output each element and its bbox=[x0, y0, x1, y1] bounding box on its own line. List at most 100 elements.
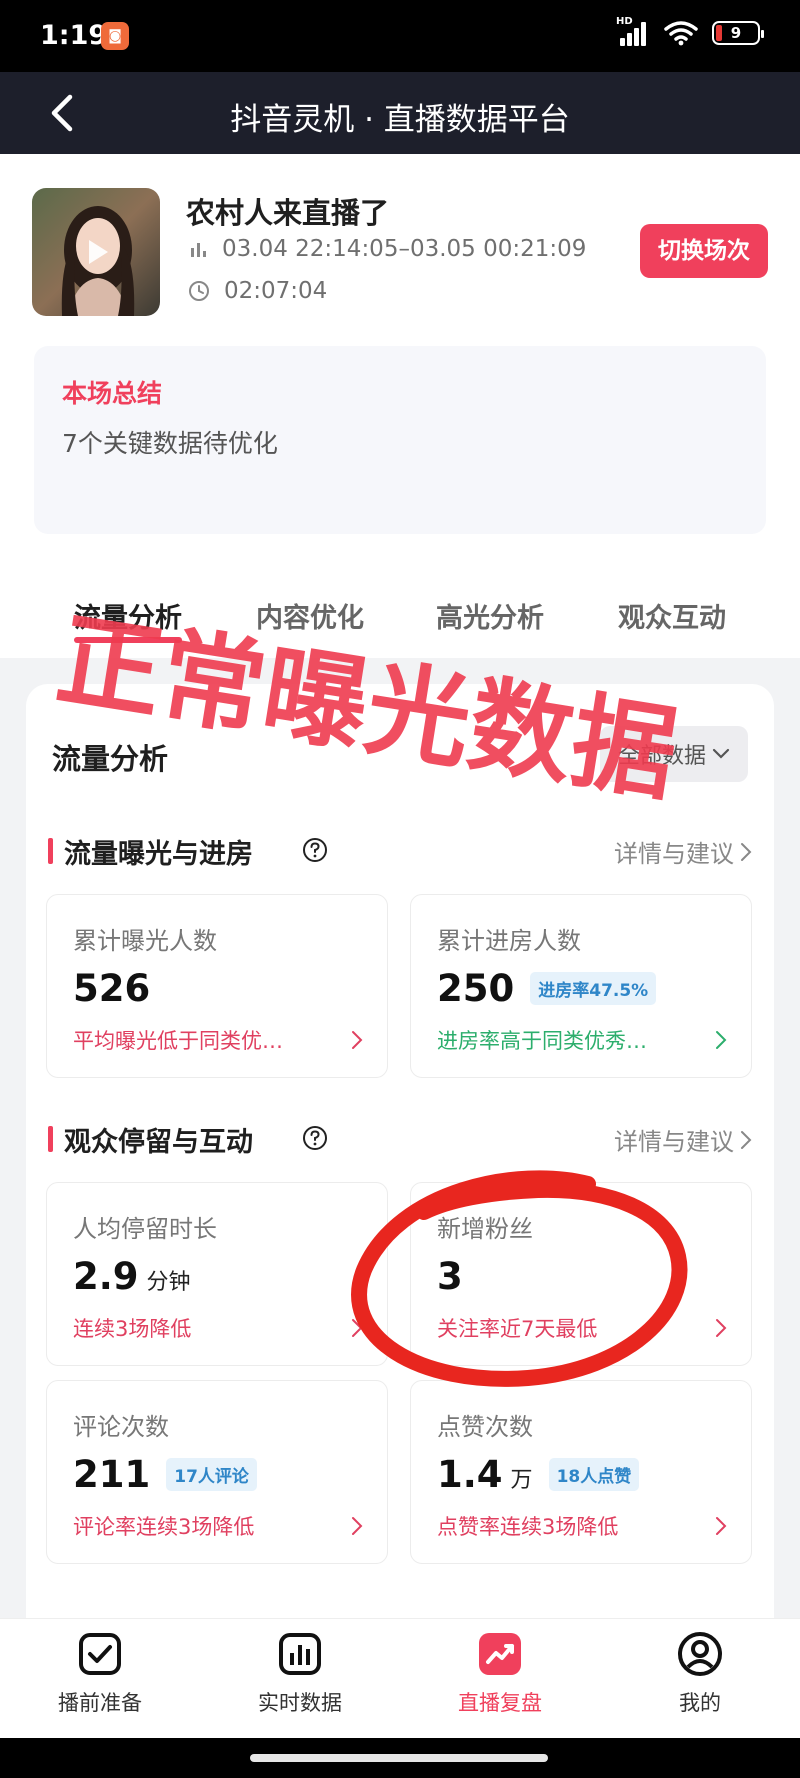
metric-note: 关注率近7天最低 bbox=[437, 1313, 727, 1343]
bottom-navigation: 播前准备 实时数据 直播复盘 我的 bbox=[0, 1618, 800, 1738]
metric-note: 连续3场降低 bbox=[73, 1313, 363, 1343]
metric-label: 点赞次数 bbox=[437, 1413, 533, 1441]
network-label: HD bbox=[616, 16, 633, 27]
analysis-tabs: 流量分析 内容优化 高光分析 观众互动 bbox=[0, 574, 800, 658]
user-icon bbox=[678, 1632, 722, 1676]
likers-tag: 18人点赞 bbox=[548, 1458, 640, 1491]
metric-label: 人均停留时长 bbox=[73, 1215, 217, 1243]
section-marker bbox=[48, 1126, 53, 1152]
tab-label: 高光分析 bbox=[436, 603, 544, 634]
details-link[interactable]: 详情与建议 bbox=[614, 1122, 752, 1157]
metric-note: 点赞率连续3场降低 bbox=[437, 1511, 727, 1541]
tab-highlight-analysis[interactable]: 高光分析 bbox=[436, 596, 544, 635]
bar-chart-icon bbox=[279, 1633, 321, 1675]
metric-unit: 分钟 bbox=[146, 1270, 191, 1295]
summary-title: 本场总结 bbox=[62, 379, 163, 408]
wifi-icon bbox=[664, 21, 698, 46]
cellular-signal-icon: HD bbox=[616, 16, 650, 46]
metric-note-text: 点赞率连续3场降低 bbox=[437, 1515, 619, 1539]
status-time: 1:19 bbox=[40, 20, 108, 51]
metric-note-text: 关注率近7天最低 bbox=[437, 1317, 598, 1341]
chevron-right-icon bbox=[716, 1517, 727, 1535]
switch-session-button[interactable]: 切换场次 bbox=[640, 224, 768, 278]
commenters-tag: 17人评论 bbox=[166, 1458, 257, 1491]
home-indicator-bar bbox=[0, 1738, 800, 1778]
clock-icon bbox=[189, 281, 209, 301]
metric-label: 累计进房人数 bbox=[437, 927, 581, 955]
metric-card-room-entry[interactable]: 累计进房人数 250 进房率47.5% 进房率高于同类优秀… bbox=[410, 894, 752, 1078]
metric-value: 2.9 bbox=[73, 1255, 139, 1298]
nav-item-pre-stream[interactable]: 播前准备 bbox=[20, 1631, 180, 1717]
metric-card-avg-stay[interactable]: 人均停留时长 2.9 分钟 连续3场降低 bbox=[46, 1182, 388, 1366]
chevron-right-icon bbox=[716, 1319, 727, 1337]
metric-card-exposure[interactable]: 累计曝光人数 526 平均曝光低于同类优… bbox=[46, 894, 388, 1078]
metric-card-likes[interactable]: 点赞次数 1.4 万 18人点赞 点赞率连续3场降低 bbox=[410, 1380, 752, 1564]
chevron-right-icon bbox=[716, 1031, 727, 1049]
section-traffic-exposure: 流量曝光与进房 详情与建议 bbox=[48, 830, 752, 870]
nav-label: 实时数据 bbox=[258, 1691, 342, 1715]
metric-note-text: 进房率高于同类优秀… bbox=[437, 1029, 647, 1053]
metric-card-new-followers[interactable]: 新增粉丝 3 关注率近7天最低 bbox=[410, 1182, 752, 1366]
nav-bar: 抖音灵机 · 直播数据平台 bbox=[0, 72, 800, 154]
metric-value-row: 1.4 万 18人点赞 bbox=[437, 1453, 640, 1496]
chevron-right-icon bbox=[741, 1130, 752, 1149]
metric-label: 新增粉丝 bbox=[437, 1215, 533, 1243]
stream-thumbnail[interactable] bbox=[32, 188, 160, 316]
metric-card-comments[interactable]: 评论次数 211 17人评论 评论率连续3场降低 bbox=[46, 1380, 388, 1564]
metric-value: 3 bbox=[437, 1255, 463, 1298]
summary-text: 7个关键数据待优化 bbox=[62, 429, 278, 458]
metric-value: 250 bbox=[437, 967, 515, 1010]
metric-note: 进房率高于同类优秀… bbox=[437, 1025, 727, 1055]
section-audience-retention: 观众停留与互动 详情与建议 bbox=[48, 1118, 752, 1158]
nav-label: 我的 bbox=[679, 1691, 721, 1715]
app-notification-icon: ◙ bbox=[101, 22, 129, 50]
help-icon[interactable] bbox=[302, 1125, 328, 1151]
time-range-text: 03.04 22:14:05–03.05 00:21:09 bbox=[222, 236, 587, 262]
chevron-down-icon bbox=[712, 748, 730, 759]
section-title: 观众停留与互动 bbox=[64, 1127, 253, 1158]
tab-content-optimization[interactable]: 内容优化 bbox=[256, 596, 364, 635]
tab-label: 观众互动 bbox=[618, 603, 726, 634]
metric-note-text: 评论率连续3场降低 bbox=[73, 1515, 255, 1539]
data-scope-select[interactable]: 全部数据 bbox=[600, 726, 748, 782]
content-area: 流量分析 全部数据 流量曝光与进房 详情与建议 累计曝光人数 526 平均曝光低… bbox=[0, 658, 800, 1644]
tab-traffic-analysis[interactable]: 流量分析 bbox=[74, 596, 182, 643]
trend-icon bbox=[479, 1633, 521, 1675]
chevron-right-icon bbox=[352, 1319, 363, 1337]
status-bar: 1:19 ◙ HD 9 bbox=[0, 0, 800, 72]
nav-item-realtime[interactable]: 实时数据 bbox=[220, 1631, 380, 1717]
card-title: 流量分析 bbox=[52, 742, 169, 776]
nav-item-review[interactable]: 直播复盘 bbox=[420, 1631, 580, 1717]
tab-audience-interaction[interactable]: 观众互动 bbox=[618, 596, 726, 635]
help-icon[interactable] bbox=[302, 837, 328, 863]
checkbox-icon bbox=[79, 1633, 121, 1675]
stream-name: 农村人来直播了 bbox=[186, 196, 390, 230]
nav-item-mine[interactable]: 我的 bbox=[620, 1631, 780, 1717]
metric-note: 平均曝光低于同类优… bbox=[73, 1025, 363, 1055]
chevron-right-icon bbox=[352, 1517, 363, 1535]
metric-value: 526 bbox=[73, 967, 151, 1010]
chevron-right-icon bbox=[352, 1031, 363, 1049]
section-title: 流量曝光与进房 bbox=[64, 839, 253, 870]
metric-value-row: 250 进房率47.5% bbox=[437, 967, 657, 1010]
nav-label: 播前准备 bbox=[58, 1691, 142, 1715]
tab-label: 内容优化 bbox=[256, 603, 364, 634]
stream-duration: 02:07:04 bbox=[188, 278, 327, 304]
select-value: 全部数据 bbox=[617, 744, 706, 769]
metric-value: 1.4 bbox=[437, 1453, 503, 1496]
metric-value-row: 2.9 分钟 bbox=[73, 1255, 191, 1298]
details-link[interactable]: 详情与建议 bbox=[614, 834, 752, 869]
metric-label: 累计曝光人数 bbox=[73, 927, 217, 955]
stream-header: 农村人来直播了 03.04 22:14:05–03.05 00:21:09 02… bbox=[0, 154, 800, 574]
metric-value-row: 3 bbox=[437, 1255, 463, 1298]
metric-label: 评论次数 bbox=[73, 1413, 169, 1441]
active-tab-indicator bbox=[74, 637, 182, 643]
play-icon bbox=[89, 240, 108, 264]
details-link-label: 详情与建议 bbox=[614, 1128, 734, 1156]
entry-rate-tag: 进房率47.5% bbox=[530, 972, 657, 1005]
battery-level: 9 bbox=[730, 24, 742, 42]
home-indicator[interactable] bbox=[250, 1754, 548, 1762]
duration-text: 02:07:04 bbox=[224, 278, 328, 304]
status-indicators: HD 9 bbox=[616, 16, 764, 46]
nav-label: 直播复盘 bbox=[458, 1691, 542, 1715]
